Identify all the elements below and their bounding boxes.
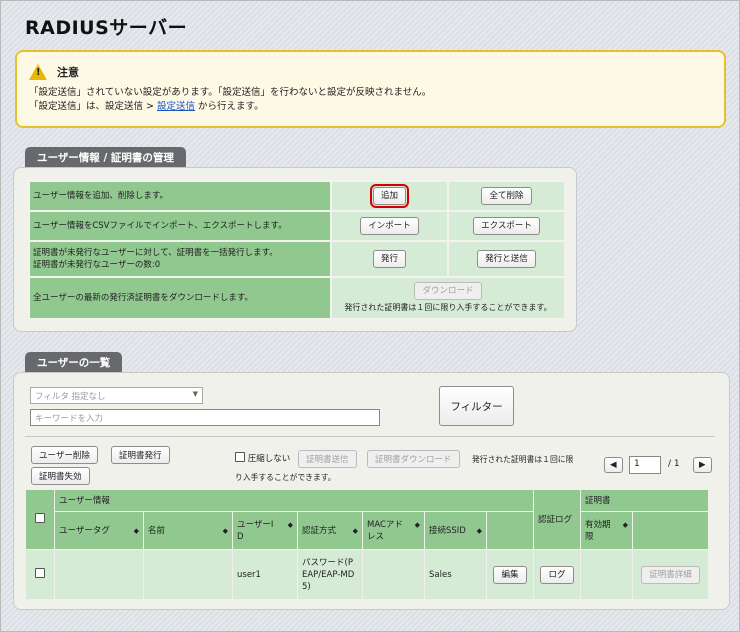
cell-user-id: user1 [232,549,298,600]
select-all-checkbox[interactable] [35,512,45,523]
cell-ssid: Sales [424,549,487,600]
valid-header-label-1: 有効期 [585,519,611,530]
table-row: user1 パスワード(P EAP/EAP-MD 5) Sales 編集 ログ 証明… [25,549,709,600]
cert-header: 証明書 [580,489,709,512]
sort-icon: ◆ [222,526,228,535]
sort-icon: ◆ [133,526,139,535]
chevron-right-icon: ▶ [699,460,706,470]
auth-line-2: EAP/EAP-MD [302,569,355,580]
notice-line-2-suffix: から行えます。 [195,101,264,112]
export-button[interactable]: エクスポート [473,217,540,235]
warning-icon: ! [29,64,47,80]
notice-heading: 注意 [57,66,79,79]
sort-icon: ◆ [287,520,293,529]
prev-page-button[interactable]: ◀ [604,457,623,473]
cert-detail-button[interactable]: 証明書詳細 [641,565,700,584]
sort-icon: ◆ [622,520,628,529]
sort-icon: ◆ [414,520,420,529]
bulk-issue-text: 証明書が未発行なユーザーに対して、証明書を一括発行します。 [33,248,278,258]
page-title: RADIUSサーバー [25,17,188,39]
auth-line-3: 5) [302,581,311,592]
name-header[interactable]: 名前 ◆ [143,511,233,550]
valid-header-label-2: 限 [585,531,594,542]
chevron-down-icon: ▼ [192,390,198,398]
download-note-2: り入手することができます。 [235,473,336,482]
user-tag-header[interactable]: ユーザータグ ◆ [54,511,144,550]
page-total: / 1 [668,459,680,469]
chevron-left-icon: ◀ [610,460,617,470]
notice-line-1: 「設定送信」されていない設定があります。「設定送信」を行わないと設定が反映されま… [29,87,432,98]
user-tag-header-label: ユーザータグ [59,525,110,536]
issue-button[interactable]: 発行 [372,250,406,268]
next-page-button[interactable]: ▶ [693,457,712,473]
notice-line-2: 「設定送信」は、設定送信 > 設定送信 から行えます。 [29,100,724,114]
auth-line-1: パスワード(P [302,557,353,568]
issue-cert-button[interactable]: 証明書発行 [111,446,170,464]
download-note-1: 発行された証明書は１回に限 [472,455,574,464]
notice-box: ! 注意 「設定送信」されていない設定があります。「設定送信」を行わないと設定が… [15,50,726,128]
import-export-label: ユーザー情報をCSVファイルでインポート、エクスポートします。 [28,210,332,242]
mac-header-label-1: MACアド [367,519,403,530]
management-panel: ユーザー情報を追加、削除します。 追加 全て削除 ユーザー情報をCSVファイルで… [13,167,577,332]
user-info-header: ユーザー情報 [54,489,534,512]
auth-method-header-label: 認証方式 [302,525,337,536]
auth-method-header[interactable]: 認証方式 ◆ [297,511,363,550]
sort-icon: ◆ [352,526,358,535]
management-section-title: ユーザー情報 / 証明書の管理 [25,147,186,167]
filter-select[interactable]: フィルタ 指定なし ▼ [30,387,203,404]
keyword-input[interactable]: キーワードを入力 [30,409,380,426]
delete-all-button[interactable]: 全て削除 [481,187,532,205]
download-cert-button[interactable]: 証明書ダウンロード [367,450,460,468]
page-number-input[interactable]: 1 [629,456,661,474]
cert-detail-header [632,511,709,550]
filter-button[interactable]: フィルター [439,386,514,426]
import-button[interactable]: インポート [360,217,419,235]
no-compress-option[interactable]: 圧縮しない [235,452,290,464]
valid-until-header[interactable]: ◆ 有効期限 [580,511,633,550]
download-button[interactable]: ダウンロード [414,282,482,300]
mac-header-label-2: レス [367,531,385,542]
userlist-section-title: ユーザーの一覧 [25,352,123,372]
add-delete-label: ユーザー情報を追加、削除します。 [28,180,332,212]
cell-auth-method: パスワード(P EAP/EAP-MD 5) [297,549,363,600]
settings-send-link[interactable]: 設定送信 [157,101,195,112]
no-compress-checkbox[interactable] [235,452,245,462]
download-all-label: 全ユーザーの最新の発行済証明書をダウンロードします。 [28,276,332,320]
edit-button[interactable]: 編集 [493,565,527,584]
auth-log-header: 認証ログ [533,489,581,550]
send-cert-button[interactable]: 証明書送信 [298,450,357,468]
user-id-header[interactable]: ◆ ユーザーI D [232,511,298,550]
delete-user-button[interactable]: ユーザー削除 [31,446,98,464]
revoke-cert-button[interactable]: 証明書失効 [31,467,90,485]
divider [25,436,715,437]
issue-and-send-button[interactable]: 発行と送信 [477,250,536,268]
cell-name [143,549,233,600]
edit-column-header [486,511,534,550]
log-button[interactable]: ログ [540,565,574,584]
notice-line-2-prefix: 「設定送信」は、設定送信 > [29,101,157,112]
user-id-header-label-2: D [237,531,244,542]
sort-icon: ◆ [476,526,482,535]
no-compress-label: 圧縮しない [247,454,291,464]
user-table: ユーザー情報 認証ログ 証明書 ユーザータグ ◆ 名前 ◆ ◆ ユーザーI D 認証方式… [25,489,709,600]
unissued-count: 証明書が未発行なユーザーの数:0 [33,260,161,270]
cell-valid-until [580,549,633,600]
row-checkbox[interactable] [35,567,45,578]
user-id-header-label-1: ユーザーI [237,519,274,530]
download-note: 発行された証明書は１回に限り入手することができます。 [344,303,552,312]
cell-user-tag [54,549,144,600]
mac-address-header[interactable]: ◆ MACアド レス [362,511,425,550]
ssid-header-label: 接続SSID [429,525,466,536]
cell-mac [362,549,425,600]
add-button[interactable]: 追加 [369,184,410,208]
filter-select-value: フィルタ 指定なし [35,392,106,402]
name-header-label: 名前 [148,525,166,536]
bulk-issue-label: 証明書が未発行なユーザーに対して、証明書を一括発行します。 証明書が未発行なユーザ… [28,240,332,278]
ssid-header[interactable]: 接続SSID ◆ [424,511,487,550]
